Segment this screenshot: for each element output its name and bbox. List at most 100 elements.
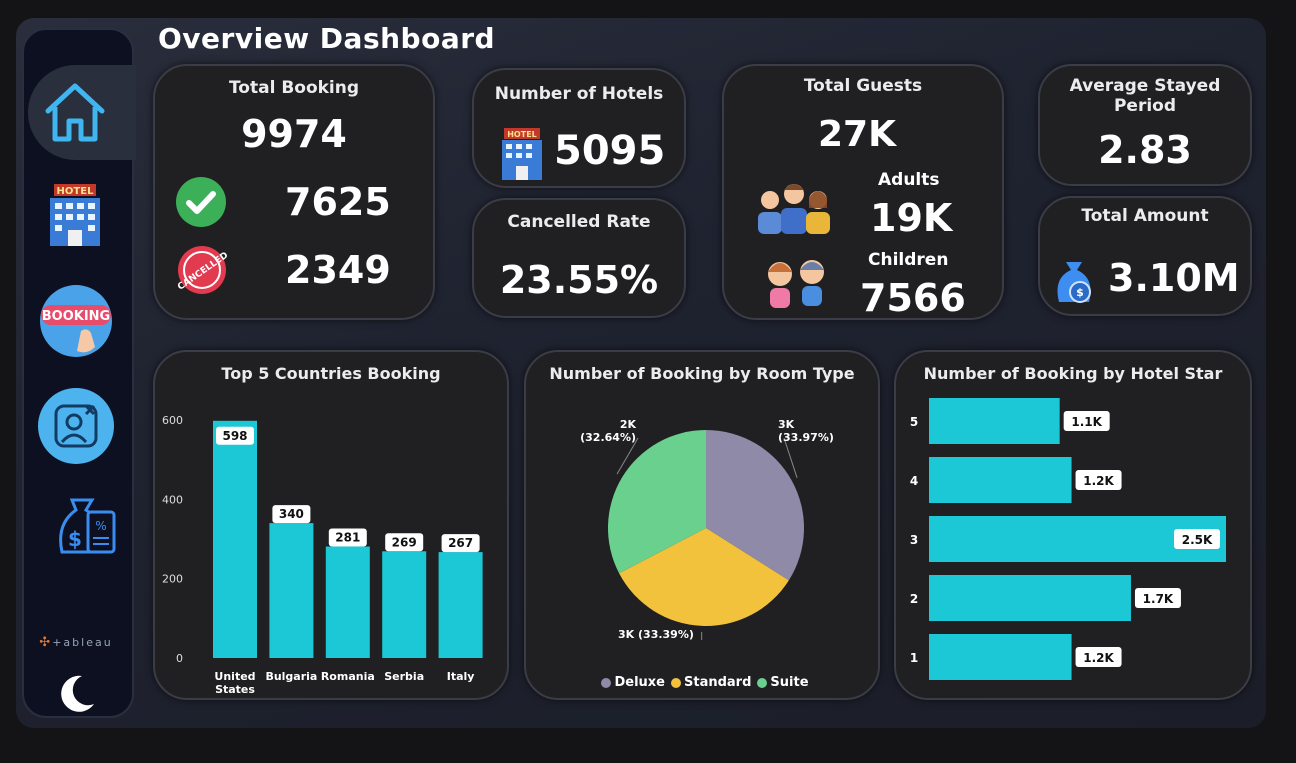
tableau-label: +ableau xyxy=(52,635,113,649)
money-bag-icon: $ xyxy=(1057,262,1091,303)
total-amount-value: 3.10M xyxy=(1108,256,1240,300)
hotel-icon: HOTEL xyxy=(50,184,100,246)
top-countries-card: Top 5 Countries Booking 0 200 400 600 598 Uni… xyxy=(153,350,509,700)
theme-toggle[interactable] xyxy=(50,668,100,718)
data-label: 281 xyxy=(335,531,360,545)
svg-text:%: % xyxy=(95,519,106,533)
cancelled-rate-value: 23.55% xyxy=(499,258,659,302)
bar xyxy=(382,551,427,658)
adults-value: 19K xyxy=(870,196,953,240)
cancelled-rate-card: Cancelled Rate 23.55% xyxy=(472,198,686,318)
y-tick-label: 3 xyxy=(910,533,918,547)
moon-icon xyxy=(61,675,94,712)
sidebar-item-hotel[interactable]: HOTEL xyxy=(38,180,112,250)
children-label: Children xyxy=(868,250,949,270)
y-tick-label: 200 xyxy=(162,573,183,586)
sidebar-item-booking[interactable]: BOOKING xyxy=(36,283,116,359)
total-guests-title: Total Guests xyxy=(803,76,923,96)
confirmed-booking-value: 7625 xyxy=(285,180,391,224)
sidebar-item-guest[interactable] xyxy=(36,386,116,466)
total-booking-card: Total Booking 9974 7625 CANCELLED 2349 xyxy=(153,64,435,320)
x-tick-label: Bulgaria xyxy=(265,670,317,683)
y-tick-label: 600 xyxy=(162,414,183,427)
data-label: 2.5K xyxy=(1182,533,1213,547)
booking-icon: BOOKING xyxy=(40,285,112,357)
room-type-chart: 3K(33.97%) 3K (33.39%) 2K(32.64%) xyxy=(580,418,834,641)
svg-text:$: $ xyxy=(1076,286,1084,299)
tableau-icon: ✣ xyxy=(39,634,51,650)
legend-swatch xyxy=(671,677,681,688)
data-label: 1.1K xyxy=(1071,415,1102,429)
bar xyxy=(325,546,370,658)
booking-badge-text: BOOKING xyxy=(42,309,110,324)
legend-label[interactable]: Deluxe xyxy=(614,675,665,690)
x-tick-label: United xyxy=(214,670,255,683)
x-tick-label: Romania xyxy=(321,670,375,683)
total-booking-title: Total Booking xyxy=(228,78,360,98)
legend-label[interactable]: Suite xyxy=(770,675,808,690)
hotel-building-icon: HOTEL xyxy=(502,128,542,180)
hotels-value: 5095 xyxy=(554,128,666,174)
y-tick-label: 0 xyxy=(176,652,183,665)
x-tick-label: Italy xyxy=(447,670,475,683)
hotel-building-sign: HOTEL xyxy=(507,130,537,139)
y-tick-label: 5 xyxy=(910,415,918,429)
top-countries-chart: 0 200 400 600 598 UnitedStates 340 Bulgaria 281 R… xyxy=(162,414,483,696)
pie-label: 3K xyxy=(778,418,795,431)
room-type-legend: Deluxe Standard Suite xyxy=(526,675,878,690)
money-bag-receipt-icon: $ % xyxy=(59,498,116,554)
hotels-title: Number of Hotels xyxy=(494,84,664,104)
y-tick-label: 1 xyxy=(910,651,918,665)
bar xyxy=(929,457,1072,503)
legend-swatch xyxy=(757,677,768,688)
total-guests-card: Total Guests 27K Adults 19K Children 756… xyxy=(722,64,1004,320)
hotel-sign-text: HOTEL xyxy=(57,186,95,197)
pie-label: 2K xyxy=(620,418,637,431)
children-value: 7566 xyxy=(860,276,966,320)
data-label: 598 xyxy=(222,429,247,443)
hotel-star-chart: 5 1.1K 4 1.2K 3 2.5K 2 1.7K 1 1.2K xyxy=(910,398,1226,680)
data-label: 269 xyxy=(392,535,417,549)
pie-label: 3K (33.39%) xyxy=(618,628,694,641)
y-tick-label: 400 xyxy=(162,493,183,506)
data-label: 1.2K xyxy=(1083,651,1114,665)
data-label: 1.2K xyxy=(1083,474,1114,488)
sidebar-tableau-logo[interactable]: ✣ +ableau xyxy=(28,630,124,654)
cancelled-stamp-icon: CANCELLED xyxy=(176,246,230,294)
avg-stay-title: Average Stayed Period xyxy=(1069,76,1221,116)
data-label: 267 xyxy=(448,536,473,550)
y-tick-label: 2 xyxy=(910,592,918,606)
sidebar-item-finance[interactable]: $ % xyxy=(44,494,120,564)
bar xyxy=(929,398,1060,444)
avg-stay-card: Average Stayed Period 2.83 xyxy=(1038,64,1252,186)
page-title: Overview Dashboard xyxy=(158,22,496,55)
total-guests-value: 27K xyxy=(818,114,896,155)
bar xyxy=(269,523,314,658)
adults-label: Adults xyxy=(878,170,940,190)
check-icon xyxy=(176,177,226,227)
home-icon xyxy=(45,83,105,142)
x-tick-label: Serbia xyxy=(384,670,424,683)
svg-text:$: $ xyxy=(68,527,82,551)
data-label: 1.7K xyxy=(1143,592,1174,606)
legend-swatch xyxy=(601,677,612,688)
total-amount-card: Total Amount $ 3.10M xyxy=(1038,196,1252,316)
avg-stay-value: 2.83 xyxy=(1098,128,1192,172)
bar xyxy=(929,575,1131,621)
hotels-card: Number of Hotels HOTEL 5095 xyxy=(472,68,686,188)
legend-label[interactable]: Standard xyxy=(684,675,751,690)
sidebar-item-home[interactable] xyxy=(36,72,114,152)
room-type-card: Number of Booking by Room Type 3K (33.97%… xyxy=(524,350,880,700)
y-tick-label: 4 xyxy=(910,474,918,488)
children-icon xyxy=(768,260,824,308)
total-amount-title: Total Amount xyxy=(1081,206,1209,226)
x-tick-label: States xyxy=(215,683,255,696)
guest-cancel-icon xyxy=(38,388,114,464)
family-adults-icon xyxy=(758,184,830,234)
pie-label-pct: (32.64%) xyxy=(580,431,636,444)
cancelled-booking-value: 2349 xyxy=(285,248,391,292)
hotel-star-card: Number of Booking by Hotel Star 5 1.1K 4 1.… xyxy=(894,350,1252,700)
bar xyxy=(438,552,483,658)
total-booking-value: 9974 xyxy=(241,112,347,156)
bar xyxy=(929,634,1072,680)
